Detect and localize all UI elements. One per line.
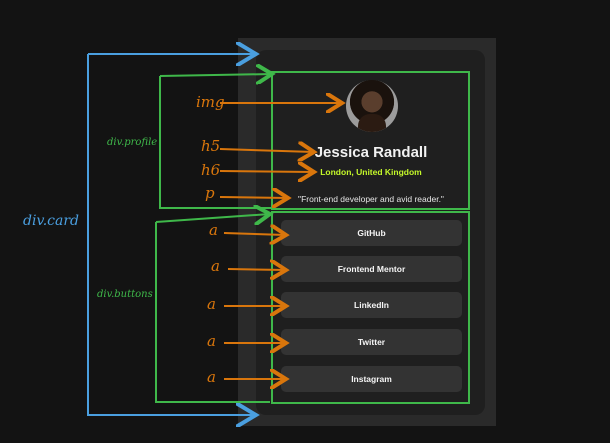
arrow-p [219, 197, 288, 198]
label-div-card: div.card [23, 213, 79, 229]
arrow-h5 [219, 149, 314, 152]
arrow-a-2 [227, 269, 286, 270]
label-img: img [196, 93, 225, 111]
label-a-3: a [207, 295, 216, 313]
annotation-overlay [87, 0, 470, 443]
label-a-5: a [207, 368, 216, 386]
card-bracket [87, 54, 254, 416]
label-div-profile: div.profile [107, 137, 158, 148]
profile-bracket-arrow [159, 74, 272, 76]
label-div-buttons: div.buttons [97, 289, 153, 300]
label-a-4: a [207, 332, 216, 350]
label-h5: h5 [201, 137, 221, 155]
diagram-canvas: Jessica Randall London, United Kingdom "… [0, 0, 610, 443]
label-h6: h6 [201, 161, 221, 179]
label-p: p [205, 184, 215, 202]
label-a-1: a [209, 221, 218, 239]
arrow-a-1 [223, 233, 286, 235]
label-a-2: a [211, 257, 220, 275]
buttons-box [271, 211, 470, 404]
arrow-h6 [219, 171, 314, 172]
profile-box [271, 71, 470, 210]
